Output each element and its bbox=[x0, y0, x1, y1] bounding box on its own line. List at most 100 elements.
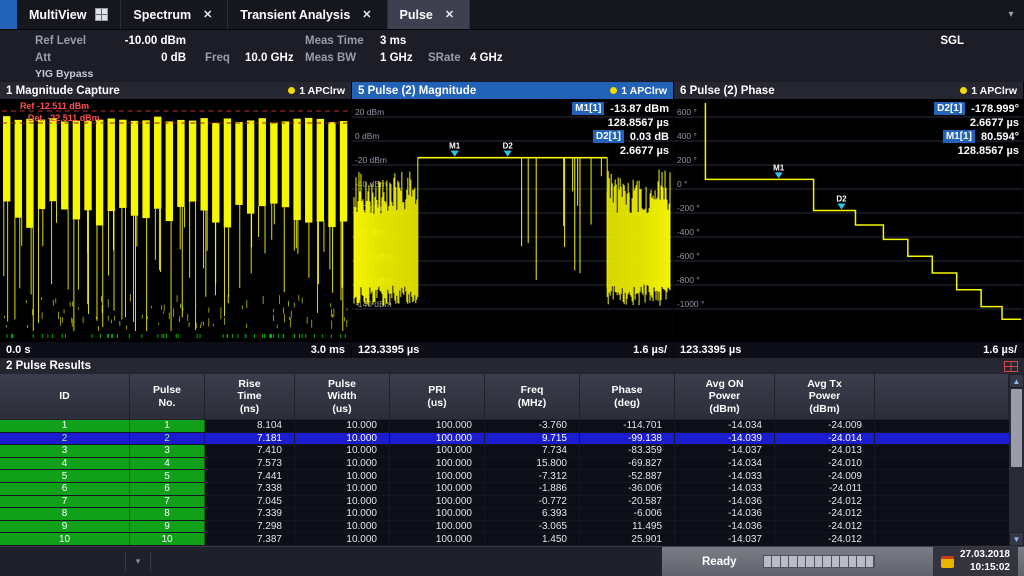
panel-title-bar[interactable]: 5 Pulse (2) Magnitude 1 APClrw bbox=[352, 82, 673, 99]
close-icon[interactable]: ✕ bbox=[442, 7, 457, 22]
cell-value: -24.014 bbox=[775, 433, 875, 445]
table-row[interactable]: 337.41010.000100.0007.734-83.359-14.037-… bbox=[0, 445, 1009, 458]
table-scrollbar[interactable]: ▲ ▼ bbox=[1009, 374, 1024, 546]
cell-value: -24.009 bbox=[775, 470, 875, 482]
cell-id: 5 bbox=[130, 470, 205, 482]
cell-value: -24.011 bbox=[775, 483, 875, 495]
close-icon[interactable]: ✕ bbox=[200, 7, 215, 22]
panel-title-bar[interactable]: 1 Magnitude Capture 1 APClrw bbox=[0, 82, 351, 99]
svg-text:-200 °: -200 ° bbox=[677, 203, 700, 213]
marker-x-value: 128.8567 µs bbox=[608, 117, 669, 129]
cell-id: 4 bbox=[0, 458, 130, 470]
tab-overflow-dropdown[interactable]: ▾ bbox=[998, 0, 1024, 29]
marker-name-chip[interactable]: M1[1] bbox=[572, 102, 604, 115]
status-dropdown[interactable]: ▾ bbox=[125, 552, 151, 571]
marker-value: -13.87 dBm bbox=[610, 103, 669, 115]
marker-name-chip[interactable]: D2[1] bbox=[593, 130, 624, 143]
cell-value: 7.298 bbox=[205, 521, 295, 533]
results-table: IDPulse No.Rise Time (ns)Pulse Width (us… bbox=[0, 374, 1024, 546]
tab-label: MultiView bbox=[29, 8, 86, 22]
table-header-row: IDPulse No.Rise Time (ns)Pulse Width (us… bbox=[0, 374, 1009, 420]
cell-value: 15.800 bbox=[485, 458, 580, 470]
scrollbar-track[interactable] bbox=[1009, 388, 1024, 532]
progress-segment bbox=[866, 556, 874, 567]
meas-bw-value[interactable]: 1 GHz bbox=[380, 52, 413, 64]
panel-title: 1 Magnitude Capture bbox=[6, 85, 120, 97]
cell-value: -24.012 bbox=[775, 521, 875, 533]
chart-panel-pulse-magnitude[interactable]: 5 Pulse (2) Magnitude 1 APClrw 20 dBm0 d… bbox=[352, 82, 674, 358]
cell-id: 9 bbox=[130, 521, 205, 533]
freq-value[interactable]: 10.0 GHz bbox=[245, 52, 294, 64]
panel-title-bar[interactable]: 6 Pulse (2) Phase 1 APClrw bbox=[674, 82, 1023, 99]
cell-value: 8.104 bbox=[205, 420, 295, 432]
tab-multiview[interactable]: MultiView bbox=[17, 0, 121, 29]
marker-x-value: 2.6677 µs bbox=[970, 117, 1019, 129]
cell-value: 100.000 bbox=[390, 433, 485, 445]
cell-id: 3 bbox=[0, 445, 130, 457]
table-row[interactable]: 118.10410.000100.000-3.760-114.701-14.03… bbox=[0, 420, 1009, 433]
meas-time-value[interactable]: 3 ms bbox=[380, 35, 406, 47]
tab-pulse[interactable]: Pulse ✕ bbox=[388, 0, 471, 29]
trace-info: 1 APClrw bbox=[288, 85, 345, 97]
svg-text:-20 dBm: -20 dBm bbox=[355, 155, 387, 165]
x-axis-end: 1.6 µs/ bbox=[633, 344, 667, 356]
status-bar-right: Ready 27.03.2018 10:15:02 bbox=[662, 547, 1024, 576]
tab-spectrum[interactable]: Spectrum ✕ bbox=[121, 0, 228, 29]
cell-filler bbox=[875, 483, 1009, 495]
cell-value: -24.012 bbox=[775, 508, 875, 520]
ref-level-value[interactable]: -10.00 dBm bbox=[98, 35, 186, 47]
x-axis-labels: 123.3395 µs 1.6 µs/ bbox=[352, 342, 673, 358]
channel-settings-bar: Ref Level -10.00 dBm Meas Time 3 ms SGL … bbox=[0, 30, 1024, 82]
table-row[interactable]: 887.33910.000100.0006.393-6.006-14.036-2… bbox=[0, 508, 1009, 521]
marker-name-chip[interactable]: D2[1] bbox=[934, 102, 965, 115]
x-axis-labels: 123.3395 µs 1.6 µs/ bbox=[674, 342, 1023, 358]
srate-value[interactable]: 4 GHz bbox=[470, 52, 503, 64]
marker-name-chip[interactable]: M1[1] bbox=[943, 130, 975, 143]
chart-canvas-pulse-magnitude[interactable]: 20 dBm0 dBm-20 dBm-40 dBm-60 dBm-80 dBm-… bbox=[352, 99, 673, 342]
table-row[interactable]: 10107.38710.000100.0001.45025.901-14.037… bbox=[0, 533, 1009, 546]
table-row[interactable]: 997.29810.000100.000-3.06511.495-14.036-… bbox=[0, 521, 1009, 534]
results-title-bar[interactable]: 2 Pulse Results bbox=[0, 358, 1024, 374]
cell-value: -83.359 bbox=[580, 445, 675, 457]
chart-canvas-pulse-phase[interactable]: 600 °400 °200 °0 °-200 °-400 °-600 °-800… bbox=[674, 99, 1023, 342]
close-icon[interactable]: ✕ bbox=[359, 7, 374, 22]
trace-label: 1 APClrw bbox=[299, 85, 345, 97]
table-row[interactable]: 447.57310.000100.00015.800-69.827-14.034… bbox=[0, 458, 1009, 471]
trace-info: 1 APClrw bbox=[960, 85, 1017, 97]
srate-label: SRate bbox=[428, 52, 461, 64]
table-config-icon[interactable] bbox=[1004, 361, 1018, 372]
scroll-up-icon[interactable]: ▲ bbox=[1009, 374, 1024, 388]
svg-text:-600 °: -600 ° bbox=[677, 251, 700, 261]
chart-canvas-magnitude-capture[interactable]: Ref -12.511 dBmDet. -22.511 dBm bbox=[0, 99, 351, 342]
cell-value: 25.901 bbox=[580, 533, 675, 545]
tab-label: Spectrum bbox=[133, 8, 191, 22]
chart-panel-magnitude-capture[interactable]: 1 Magnitude Capture 1 APClrw Ref -12.511… bbox=[0, 82, 352, 358]
att-value[interactable]: 0 dB bbox=[98, 52, 186, 64]
progress-segment bbox=[806, 556, 814, 567]
cell-value: -7.312 bbox=[485, 470, 580, 482]
svg-text:Ref -12.511 dBm: Ref -12.511 dBm bbox=[20, 101, 89, 111]
svg-text:-400 °: -400 ° bbox=[677, 227, 700, 237]
multiview-grid-icon bbox=[95, 8, 108, 21]
cell-value: 100.000 bbox=[390, 470, 485, 482]
table-row[interactable]: 667.33810.000100.000-1.886-36.006-14.033… bbox=[0, 483, 1009, 496]
table-row[interactable]: 227.18110.000100.0009.715-99.138-14.039-… bbox=[0, 433, 1009, 446]
cell-value: 10.000 bbox=[295, 470, 390, 482]
cell-value: 10.000 bbox=[295, 496, 390, 508]
progress-segment bbox=[764, 556, 772, 567]
scroll-down-icon[interactable]: ▼ bbox=[1009, 532, 1024, 546]
table-row[interactable]: 777.04510.000100.000-0.772-20.587-14.036… bbox=[0, 496, 1009, 509]
table-row[interactable]: 557.44110.000100.000-7.312-52.887-14.033… bbox=[0, 470, 1009, 483]
progress-segment bbox=[772, 556, 780, 567]
calendar-icon bbox=[941, 556, 954, 568]
meas-time-label: Meas Time bbox=[305, 35, 364, 47]
chart-panel-pulse-phase[interactable]: 6 Pulse (2) Phase 1 APClrw 600 °400 °200… bbox=[674, 82, 1024, 358]
cell-value: -14.033 bbox=[675, 483, 775, 495]
cell-value: 100.000 bbox=[390, 496, 485, 508]
scrollbar-thumb[interactable] bbox=[1011, 389, 1022, 467]
marker-value: 0.03 dB bbox=[630, 131, 669, 143]
tab-label: Pulse bbox=[400, 8, 433, 22]
trace-dot-icon bbox=[960, 87, 967, 94]
tab-transient-analysis[interactable]: Transient Analysis ✕ bbox=[228, 0, 387, 29]
x-axis-start: 0.0 s bbox=[6, 344, 30, 356]
